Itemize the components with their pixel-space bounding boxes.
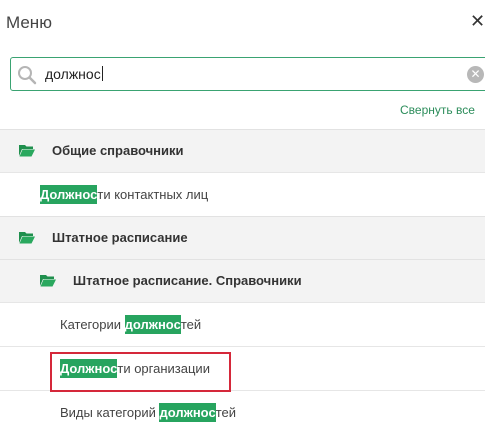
menu-title: Меню [6, 13, 52, 32]
folder-open-icon [40, 275, 56, 287]
menu-item-contact-positions[interactable]: Должности контактных лиц [0, 172, 485, 216]
folder-open-icon [19, 232, 35, 244]
search-value[interactable]: должнос [45, 66, 103, 82]
collapse-all-link[interactable]: Свернуть все [400, 103, 475, 117]
search-match-highlight: должнос [124, 315, 181, 334]
search-icon [18, 66, 37, 85]
search-match-highlight: должнос [159, 403, 216, 422]
close-icon[interactable]: ✕ [470, 12, 485, 30]
menu-group-label: Штатное расписание. Справочники [73, 273, 302, 288]
menu-group-staffing-refs[interactable]: Штатное расписание. Справочники [0, 259, 485, 302]
menu-group-general[interactable]: Общие справочники [0, 129, 485, 172]
menu-item-label: Категории должностей [60, 315, 202, 334]
search-match-highlight: Должнос [40, 185, 98, 204]
menu-group-label: Общие справочники [52, 143, 184, 158]
menu-header: Меню ✕ [0, 0, 485, 46]
menu-item-label: Виды категорий должностей [60, 403, 236, 422]
menu-item-category-types[interactable]: Виды категорий должностей [0, 390, 485, 434]
folder-open-icon [19, 145, 35, 157]
selection-highlight-box [50, 352, 231, 392]
menu-item-label: Должности контактных лиц [40, 185, 209, 204]
menu-group-label: Штатное расписание [52, 230, 188, 245]
menu-group-staffing[interactable]: Штатное расписание [0, 216, 485, 259]
search-input[interactable]: должнос ✕ [10, 57, 485, 91]
menu-item-position-categories[interactable]: Категории должностей [0, 302, 485, 346]
clear-search-icon[interactable]: ✕ [467, 66, 484, 83]
